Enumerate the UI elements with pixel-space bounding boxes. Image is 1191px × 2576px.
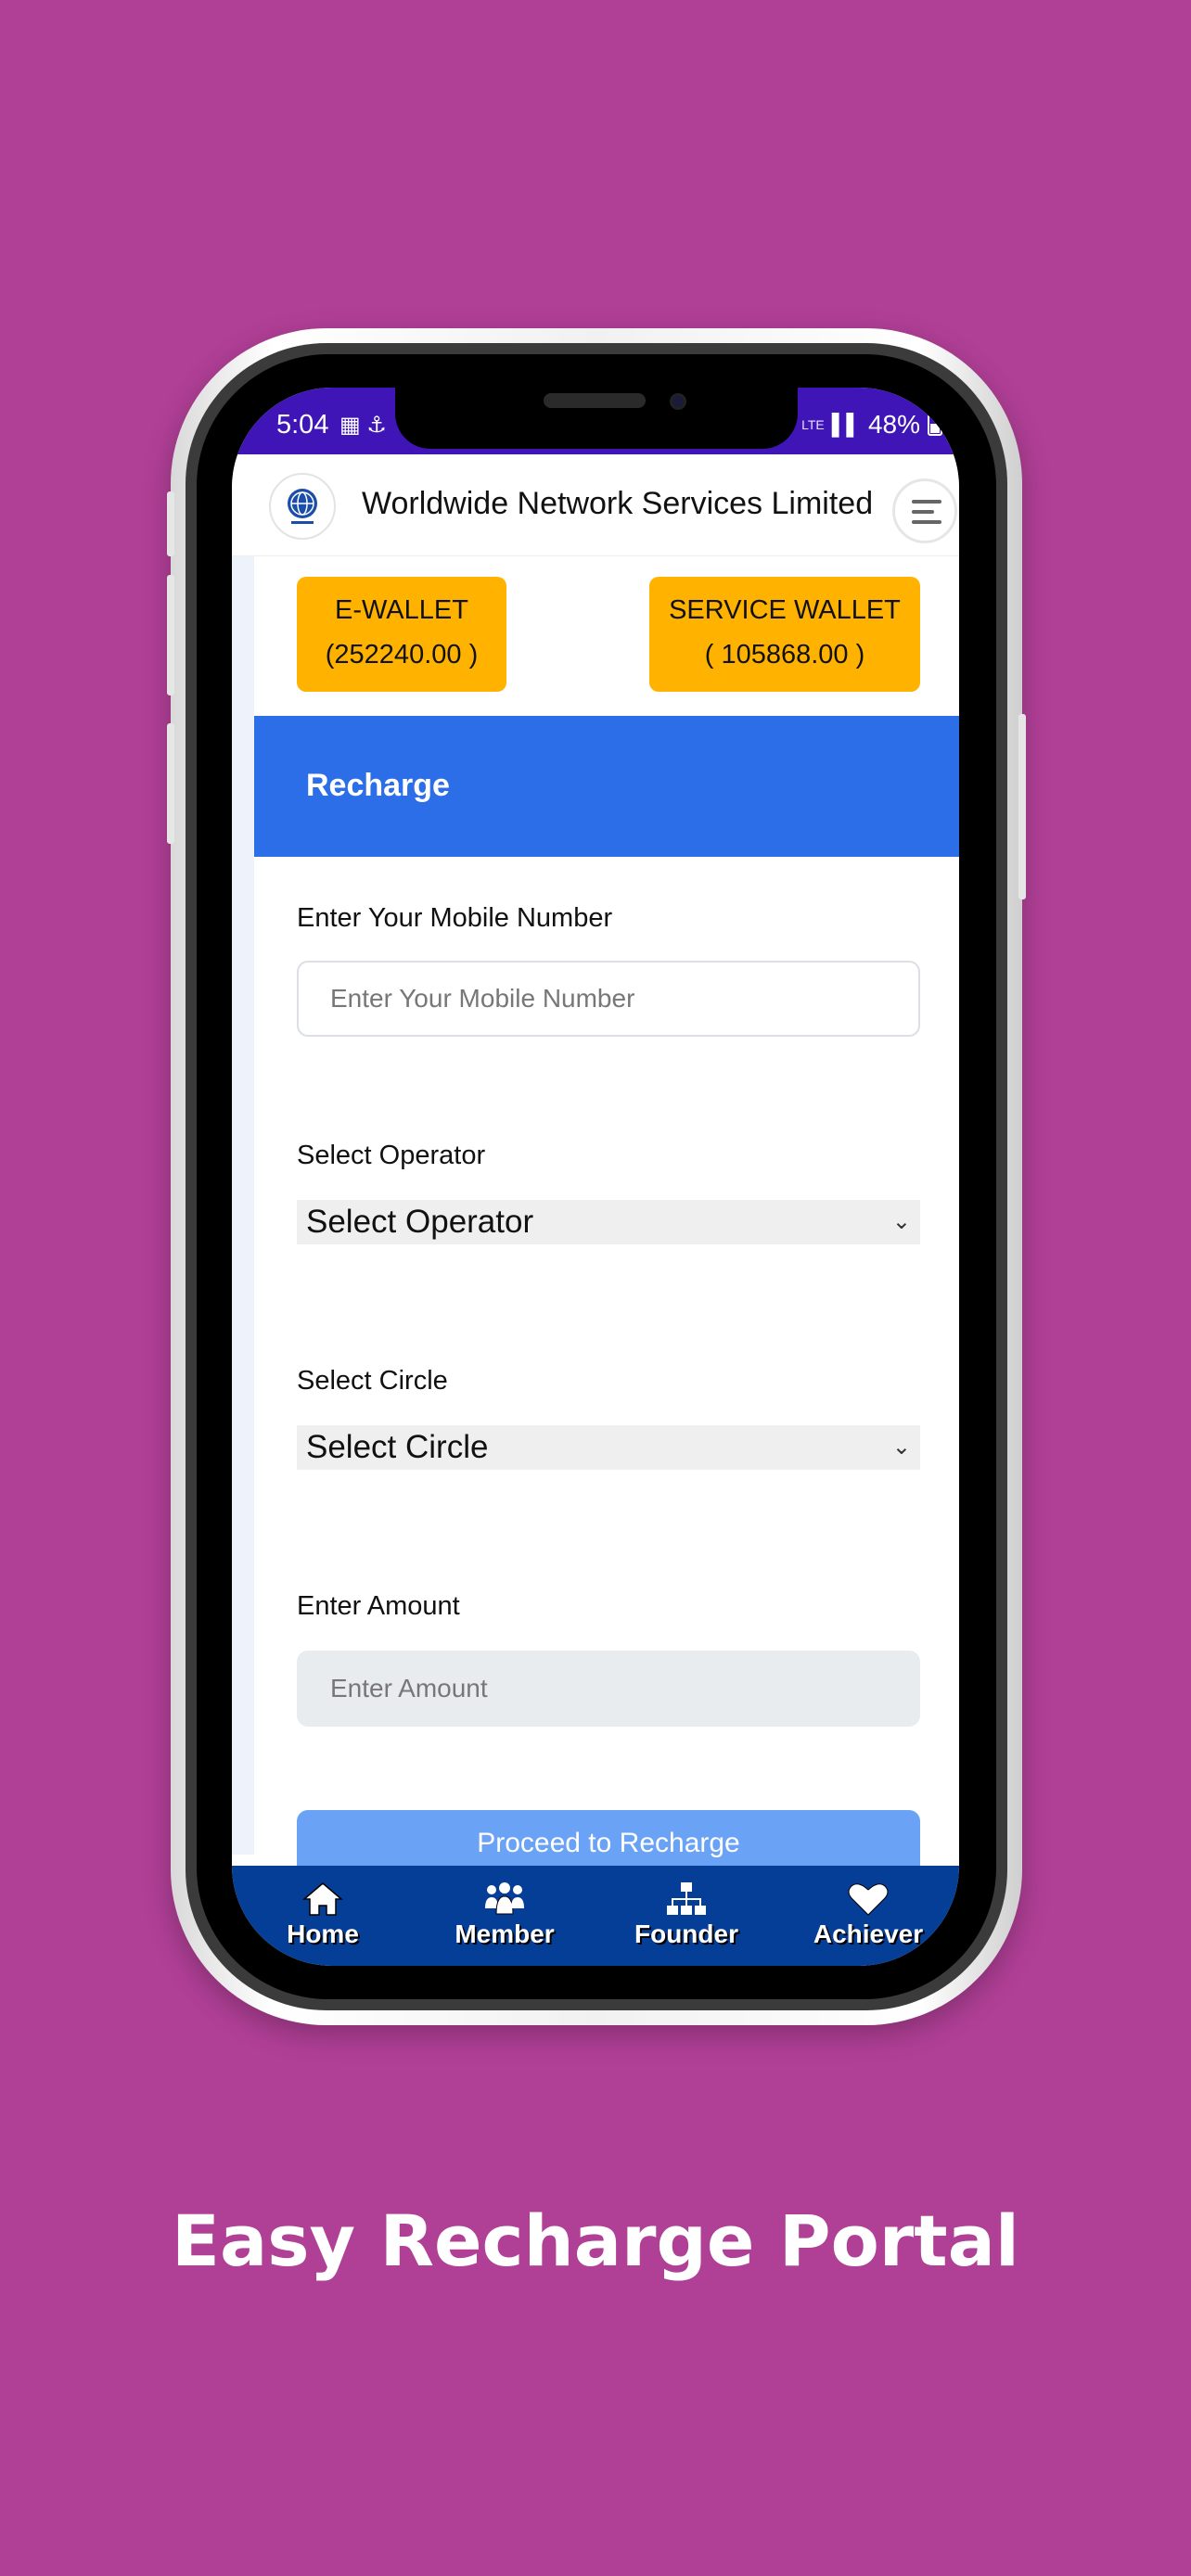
amount-input[interactable] [297,1651,920,1727]
nav-achiever[interactable]: Achiever [777,1866,959,1966]
mobile-number-label: Enter Your Mobile Number [297,903,613,933]
battery-icon [928,414,942,436]
phone-volume-down [167,723,174,844]
mobile-number-input[interactable] [297,961,920,1037]
nav-home-label: Home [287,1919,359,1948]
operator-label: Select Operator [297,1141,486,1170]
chevron-down-icon: ⌄ [891,1435,911,1460]
phone-mute-switch [167,491,174,556]
home-icon [301,1882,344,1916]
circle-label: Select Circle [297,1366,448,1396]
nav-member-label: Member [455,1919,555,1948]
notification-icons: ▦ ⚓ [339,413,387,438]
status-right-group: LTE ▌▌ 48% [801,410,942,440]
service-wallet-value: ( 105868.00 ) [704,640,865,670]
status-time: 5:04 [276,410,329,440]
promo-caption: Easy Recharge Portal [172,2200,1019,2282]
heart-icon [848,1883,889,1916]
globe-logo-icon [288,489,317,524]
nav-founder-label: Founder [634,1919,738,1948]
circle-select-value: Select Circle [306,1429,489,1465]
menu-button[interactable] [892,478,957,543]
circle-select[interactable]: Select Circle ⌄ [297,1425,920,1470]
amount-label: Enter Amount [297,1591,460,1621]
service-wallet-card[interactable]: SERVICE WALLET ( 105868.00 ) [649,577,920,692]
recharge-header: Recharge [254,716,959,857]
ewallet-label: E-WALLET [335,595,468,625]
chevron-down-icon: ⌄ [891,1209,911,1234]
nav-home[interactable]: Home [232,1866,414,1966]
bottom-nav: Home Member Founder Achiever [232,1866,959,1966]
hamburger-icon [912,500,941,504]
nav-founder[interactable]: Founder [596,1866,777,1966]
phone-screen: 5:04 ▦ ⚓ LTE ▌▌ 48% Worldwide Network Se… [232,388,959,1966]
nav-member[interactable]: Member [414,1866,596,1966]
battery-percent: 48% [867,410,920,439]
operator-select[interactable]: Select Operator ⌄ [297,1200,920,1244]
ewallet-value: (252240.00 ) [325,640,479,670]
service-wallet-label: SERVICE WALLET [669,595,901,625]
recharge-title: Recharge [306,768,450,803]
network-label: LTE [801,417,825,432]
hamburger-icon-line [912,510,934,514]
signal-icon: ▌▌ [831,413,861,436]
phone-power-button [1018,714,1026,899]
users-icon [485,1882,524,1915]
ewallet-card[interactable]: E-WALLET (252240.00 ) [297,577,506,692]
phone-speaker [544,393,646,408]
app-title: Worldwide Network Services Limited [362,486,874,521]
hamburger-icon-line [912,520,941,524]
sitemap-icon [667,1882,706,1915]
front-camera [670,393,686,410]
operator-select-value: Select Operator [306,1204,534,1240]
app-header: Worldwide Network Services Limited [232,454,959,556]
company-logo[interactable] [269,473,336,540]
nav-achiever-label: Achiever [813,1919,924,1948]
phone-volume-up [167,575,174,695]
